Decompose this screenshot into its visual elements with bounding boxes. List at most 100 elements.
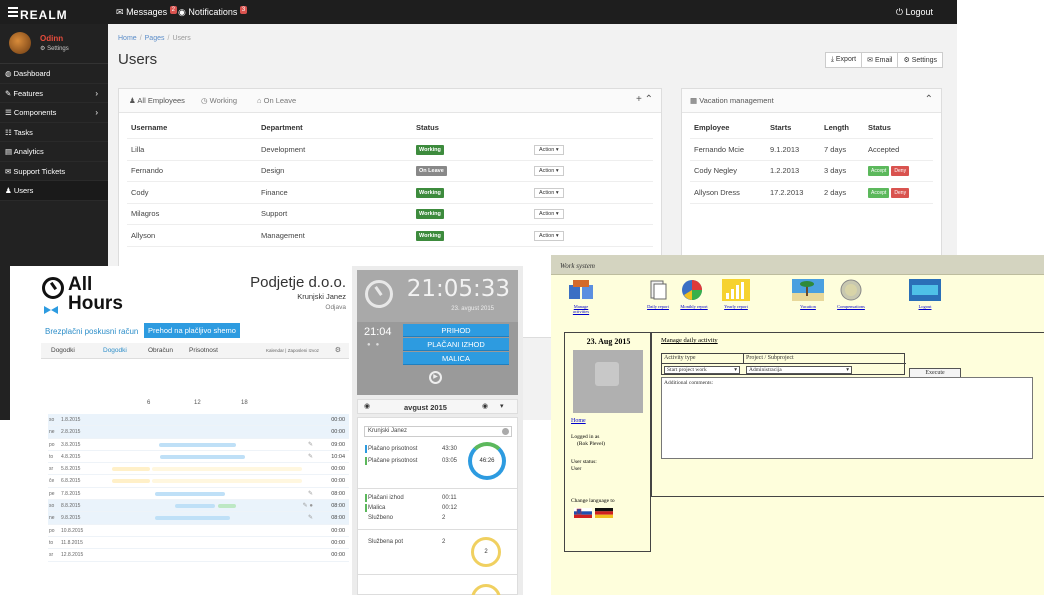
upgrade-button[interactable]: Prehod na plačljivo shemo: [144, 323, 240, 338]
tab-prisotnost[interactable]: Prisotnost: [189, 347, 218, 354]
day-row[interactable]: če 6.8.2015 00:00: [48, 475, 349, 488]
timeline-bar[interactable]: [152, 479, 302, 484]
day-row[interactable]: sr 12.8.2015 00:00: [48, 549, 349, 562]
home-link[interactable]: Home: [571, 418, 586, 424]
deny-button[interactable]: Deny: [891, 166, 910, 177]
col-department[interactable]: Department: [257, 117, 412, 139]
day-row[interactable]: sr 5.8.2015 00:00: [48, 463, 349, 476]
tool-manage-activities[interactable]: Manage activities: [566, 279, 596, 314]
action-dropdown-button[interactable]: Action ▾: [534, 144, 564, 155]
chevron-up-icon[interactable]: ⌃: [645, 94, 653, 105]
logout-link[interactable]: ⏻ Logout: [896, 7, 933, 18]
messages-link[interactable]: ✉ Messages 2: [116, 6, 177, 18]
timeline-bar[interactable]: [152, 467, 302, 472]
tab-dogodki-active[interactable]: Dogodki: [103, 347, 127, 354]
edit-icon[interactable]: ✎: [308, 453, 313, 460]
tab-tools[interactable]: Kalendar | Zaposleni Izvoz: [266, 348, 319, 353]
sidebar-item-components[interactable]: ☰ Components ›: [0, 103, 108, 123]
timeline-bar[interactable]: [112, 467, 150, 472]
day-row[interactable]: po 10.8.2015 00:00: [48, 525, 349, 537]
next-month-icon[interactable]: ◉: [482, 402, 488, 410]
sidebar-item-tasks[interactable]: ☷ Tasks: [0, 123, 108, 142]
day-row[interactable]: ne 2.8.2015 00:00: [48, 426, 349, 439]
clear-icon[interactable]: [502, 428, 509, 435]
timeline-bar[interactable]: [175, 504, 215, 509]
tab-all-employees[interactable]: ♟ All Employees: [129, 96, 185, 105]
settings-icon[interactable]: ⚙: [335, 346, 341, 354]
action-dropdown-button[interactable]: Action ▾: [534, 187, 564, 198]
col-username[interactable]: Username: [127, 117, 257, 139]
action-dropdown-button[interactable]: Action ▾: [534, 209, 564, 220]
col-vacation-status[interactable]: Status: [864, 117, 933, 139]
tool-logout[interactable]: Logout: [908, 279, 942, 309]
deny-button[interactable]: Deny: [891, 187, 910, 198]
german-flag-icon[interactable]: [595, 508, 613, 518]
employee-select[interactable]: Krunjski Janez: [364, 426, 512, 437]
slovenian-flag-icon[interactable]: [574, 508, 592, 518]
tool-monthly-report[interactable]: Monthly report: [680, 279, 708, 309]
sidebar-item-analytics[interactable]: ▤ Analytics: [0, 142, 108, 162]
sidebar-item-dashboard[interactable]: ◍ Dashboard: [0, 64, 108, 84]
plus-icon[interactable]: +: [636, 94, 642, 105]
accept-button[interactable]: Accept: [868, 166, 890, 177]
breadcrumb-home[interactable]: Home: [118, 35, 137, 42]
menu-icon[interactable]: [8, 5, 18, 19]
day-row[interactable]: po 3.8.2015 ✎ 09:00: [48, 439, 349, 451]
day-row[interactable]: pe 7.8.2015 ✎ 08:00: [48, 488, 349, 501]
sidebar-item-users[interactable]: ♟ Users: [0, 181, 108, 201]
chevron-down-icon[interactable]: ▾: [500, 402, 504, 410]
edit-icon[interactable]: ✎: [308, 514, 313, 521]
chevron-up-icon[interactable]: ⌃: [925, 94, 933, 105]
tool-yearly-report[interactable]: Yearly report: [721, 279, 751, 309]
action-dropdown-button[interactable]: Action ▾: [534, 230, 564, 241]
notifications-link[interactable]: ◉ Notifications 3: [178, 6, 248, 18]
tab-dogodki[interactable]: Dogodki: [51, 347, 75, 354]
tab-working[interactable]: ◷ Working: [201, 96, 237, 105]
col-starts[interactable]: Starts: [766, 117, 820, 139]
logout-link[interactable]: Odjava: [325, 304, 346, 311]
comments-textarea[interactable]: Additional comments:: [661, 377, 1033, 459]
timeline-bar[interactable]: [112, 479, 150, 484]
col-status[interactable]: Status: [412, 117, 530, 139]
activity-type-select[interactable]: Start project work ▾: [664, 366, 740, 374]
timeline-bar[interactable]: [218, 504, 236, 509]
export-button[interactable]: ⤓ Export: [824, 52, 863, 68]
edit-icon[interactable]: ✎: [308, 441, 313, 448]
tool-daily-report[interactable]: Daily report: [646, 279, 670, 309]
tool-compensations[interactable]: Compensations: [834, 279, 868, 309]
settings-button[interactable]: ⚙ Settings: [897, 52, 943, 68]
prev-month-icon[interactable]: ◉: [364, 402, 370, 410]
col-length[interactable]: Length: [820, 117, 864, 139]
accept-button[interactable]: Accept: [868, 187, 890, 198]
timeline-bar[interactable]: [159, 442, 221, 447]
paid-exit-button[interactable]: PLAČANI IZHOD: [403, 338, 509, 351]
user-name[interactable]: Odinn: [40, 34, 63, 43]
timeline-bar[interactable]: [160, 454, 245, 459]
day-row[interactable]: so 8.8.2015 ✎ ● 08:00: [48, 500, 349, 513]
timeline-bar[interactable]: [155, 491, 225, 496]
play-icon[interactable]: ▶: [429, 371, 442, 384]
allhours-logo[interactable]: All Hours: [42, 274, 137, 324]
day-row[interactable]: to 11.8.2015 00:00: [48, 537, 349, 550]
sidebar-item-support-tickets[interactable]: ✉ Support Tickets: [0, 162, 108, 181]
tab-on-leave[interactable]: ⌂ On Leave: [257, 96, 296, 105]
timeline-bar[interactable]: [214, 442, 236, 447]
day-row[interactable]: ne 9.8.2015 ✎ 08:00: [48, 512, 349, 525]
edit-icon[interactable]: ✎: [308, 490, 313, 497]
avatar[interactable]: [9, 32, 31, 54]
day-row[interactable]: so 1.8.2015 00:00: [48, 414, 349, 427]
email-button[interactable]: ✉ Email: [861, 52, 899, 68]
timeline-bar[interactable]: [155, 516, 230, 521]
action-dropdown-button[interactable]: Action ▾: [534, 166, 564, 177]
col-employee[interactable]: Employee: [690, 117, 766, 139]
breadcrumb-pages[interactable]: Pages: [145, 35, 165, 42]
tab-obracun[interactable]: Obračun: [148, 347, 173, 354]
day-row[interactable]: to 4.8.2015 ✎ 10:04: [48, 451, 349, 464]
arrival-button[interactable]: PRIHOD: [403, 324, 509, 337]
tool-vacation[interactable]: Vacation: [791, 279, 825, 309]
edit-icon[interactable]: ✎ ●: [303, 502, 313, 509]
user-settings-link[interactable]: ⚙ Settings: [40, 45, 69, 52]
sidebar-item-features[interactable]: ✎ Features ›: [0, 84, 108, 103]
project-select[interactable]: Administracija ▾: [746, 366, 852, 374]
brand-logo[interactable]: REALM: [8, 5, 68, 22]
